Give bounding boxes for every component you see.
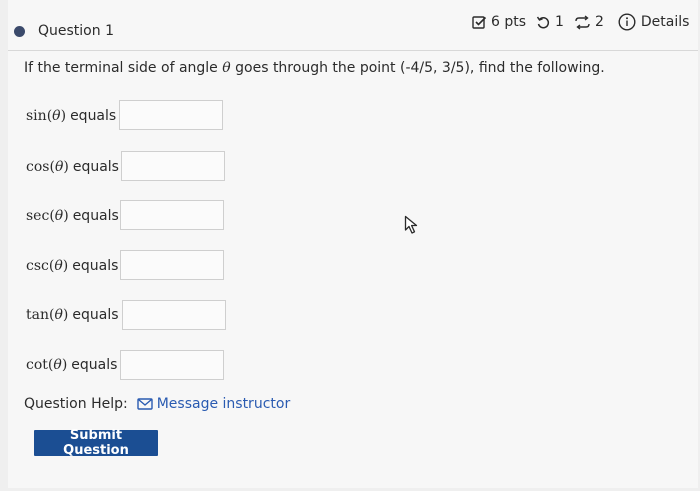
function-label: sec(θ) [26, 208, 69, 224]
function-label: cot(θ) [26, 357, 68, 373]
equals-label: equals [72, 208, 119, 224]
equals-label: equals [71, 357, 118, 373]
question-title: Question 1 [38, 23, 114, 39]
answer-row-sec: sec(θ) equals [26, 200, 119, 232]
equals-label: equals [72, 307, 119, 323]
answer-row-cot: cot(θ) equals [26, 349, 117, 381]
submit-question-button[interactable]: Submit Question [34, 428, 158, 458]
question-header: Question 1 6 pts 1 2 Details [8, 0, 698, 51]
function-label: cos(θ) [26, 159, 69, 175]
mouse-pointer-icon [404, 215, 422, 239]
message-instructor-label: Message instructor [156, 396, 291, 412]
csc-answer-input[interactable] [120, 250, 224, 280]
details-toggle[interactable]: Details [618, 13, 690, 31]
attempts-undo-icon [536, 15, 551, 30]
question-prompt: If the terminal side of angle θ goes thr… [24, 60, 605, 76]
info-icon [618, 13, 636, 31]
function-label: tan(θ) [26, 307, 69, 323]
message-instructor-link[interactable]: Message instructor [137, 396, 291, 412]
question-meta: 6 pts 1 2 Details [472, 12, 689, 32]
details-label: Details [640, 14, 690, 30]
question-help: Question Help: Message instructor [24, 396, 290, 412]
status-dot-icon [14, 26, 25, 37]
function-label: csc(θ) [26, 258, 69, 274]
sec-answer-input[interactable] [120, 200, 224, 230]
envelope-icon [137, 398, 153, 410]
prompt-text-end: goes through the point (-4/5, 3/5), find… [230, 60, 605, 76]
tan-answer-input[interactable] [122, 300, 226, 330]
answer-row-sin: sin(θ) equals [26, 100, 116, 132]
equals-label: equals [70, 108, 117, 124]
retry-arrows-icon [574, 14, 591, 30]
question-help-label: Question Help: [24, 396, 128, 412]
cot-answer-input[interactable] [120, 350, 224, 380]
sin-answer-input[interactable] [119, 100, 223, 130]
attempts-count: 1 [555, 14, 564, 30]
retries-count: 2 [594, 14, 604, 30]
equals-label: equals [72, 159, 119, 175]
question-card: Question 1 6 pts 1 2 Details If the term… [8, 0, 698, 488]
prompt-text-start: If the terminal side of angle [24, 60, 223, 76]
function-label: sin(θ) [26, 108, 67, 124]
answer-row-cos: cos(θ) equals [26, 151, 119, 183]
prompt-theta-symbol: θ [222, 60, 231, 76]
cos-answer-input[interactable] [121, 151, 225, 181]
points-text: 6 pts [491, 14, 527, 30]
equals-label: equals [72, 258, 119, 274]
checkbox-edit-icon [472, 15, 487, 30]
answer-row-tan: tan(θ) equals [26, 299, 119, 331]
answer-row-csc: csc(θ) equals [26, 250, 118, 282]
